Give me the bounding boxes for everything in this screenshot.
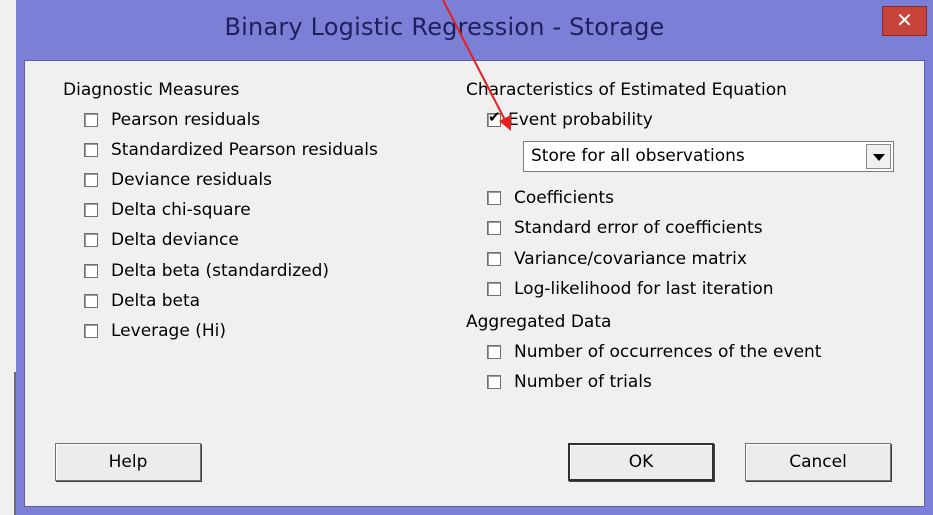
checkbox-box[interactable] [487, 191, 501, 205]
checkbox-standardized-pearson-residuals[interactable]: Standardized Pearson residuals [84, 140, 378, 160]
title-bar[interactable]: Binary Logistic Regression - Storage ✕ [16, 0, 933, 58]
checkbox-label: Number of occurrences of the event [514, 342, 822, 362]
store-observations-select[interactable]: Store for all observations [523, 141, 894, 172]
checkbox-label: Log-likelihood for last iteration [514, 279, 774, 299]
checkbox-box[interactable] [84, 294, 98, 308]
cancel-button[interactable]: Cancel [745, 443, 891, 481]
checkbox-box[interactable] [487, 252, 501, 266]
checkbox-box[interactable] [487, 345, 501, 359]
checkbox-label: Delta chi-square [111, 200, 251, 220]
checkbox-delta-deviance[interactable]: Delta deviance [84, 230, 239, 250]
help-button[interactable]: Help [55, 443, 201, 481]
checkbox-box[interactable] [84, 173, 98, 187]
checkbox-label: Deviance residuals [111, 170, 272, 190]
checkbox-label: Standard error of coefficients [514, 218, 763, 238]
checkbox-event-probability[interactable]: Event probability [487, 108, 653, 130]
checkbox-label: Standardized Pearson residuals [111, 140, 378, 160]
dropdown-arrow-icon[interactable] [866, 144, 891, 169]
checkbox-label: Coefficients [514, 188, 614, 208]
checkbox-label: Delta deviance [111, 230, 239, 250]
characteristics-heading: Characteristics of Estimated Equation [466, 80, 787, 100]
dialog-title: Binary Logistic Regression - Storage [224, 13, 665, 41]
checkbox-label: Pearson residuals [111, 110, 261, 130]
checkbox-box[interactable] [84, 324, 98, 338]
checkbox-box[interactable] [487, 282, 501, 296]
close-button[interactable]: ✕ [882, 6, 927, 36]
checkbox-pearson-residuals[interactable]: Pearson residuals [84, 110, 260, 130]
checkbox-box[interactable] [487, 375, 501, 389]
select-value: Store for all observations [531, 146, 745, 166]
diagnostic-measures-heading: Diagnostic Measures [63, 80, 240, 100]
checkbox-number-of-trials[interactable]: Number of trials [487, 372, 652, 392]
checkbox-label: Leverage (Hi) [111, 321, 226, 341]
checkbox-label: Variance/covariance matrix [514, 249, 747, 269]
checkbox-box[interactable] [487, 221, 501, 235]
checkbox-delta-chi-square[interactable]: Delta chi-square [84, 200, 251, 220]
aggregated-data-heading: Aggregated Data [466, 312, 612, 332]
dialog-window: Binary Logistic Regression - Storage ✕ D… [16, 0, 933, 515]
checkbox-box[interactable] [84, 113, 98, 127]
checkbox-box[interactable] [84, 143, 98, 157]
checkbox-label: Delta beta [111, 291, 201, 311]
checkbox-box[interactable] [84, 203, 98, 217]
checkbox-label: Event probability [508, 110, 653, 130]
checkbox-deviance-residuals[interactable]: Deviance residuals [84, 170, 272, 190]
checkbox-delta-beta-standardized[interactable]: Delta beta (standardized) [84, 261, 329, 281]
checkbox-box[interactable] [84, 264, 98, 278]
checkbox-box[interactable] [84, 233, 98, 247]
close-icon: ✕ [896, 8, 913, 32]
checkbox-leverage-hi[interactable]: Leverage (Hi) [84, 321, 226, 341]
checkbox-box-checked[interactable] [487, 108, 501, 127]
checkbox-delta-beta[interactable]: Delta beta [84, 291, 200, 311]
dialog-client-area: Diagnostic Measures Pearson residuals St… [24, 60, 925, 507]
checkbox-log-likelihood[interactable]: Log-likelihood for last iteration [487, 279, 774, 299]
checkbox-label: Delta beta (standardized) [111, 261, 330, 281]
checkbox-standard-error-coefficients[interactable]: Standard error of coefficients [487, 218, 763, 238]
checkbox-label: Number of trials [514, 372, 652, 392]
checkbox-coefficients[interactable]: Coefficients [487, 188, 614, 208]
checkbox-variance-covariance-matrix[interactable]: Variance/covariance matrix [487, 249, 747, 269]
checkbox-number-of-occurrences[interactable]: Number of occurrences of the event [487, 342, 821, 362]
ok-button[interactable]: OK [568, 443, 714, 481]
